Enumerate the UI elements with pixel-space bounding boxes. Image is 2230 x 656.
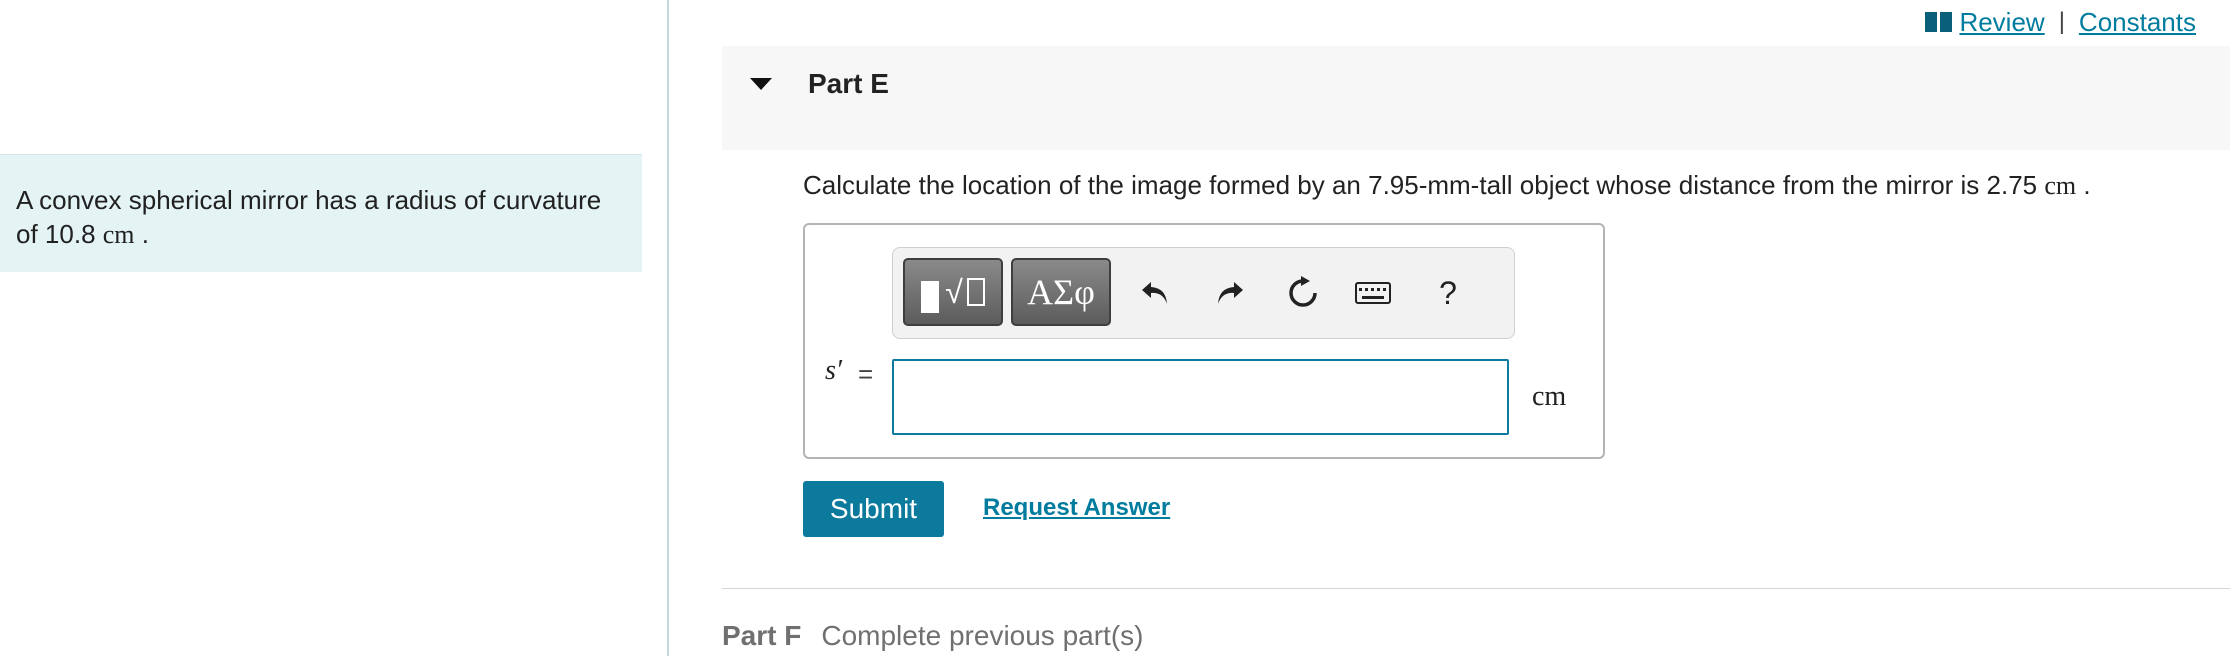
templates-icon bbox=[921, 281, 940, 313]
sqrt-icon: √ bbox=[945, 274, 985, 311]
undo-icon[interactable] bbox=[1131, 270, 1181, 316]
unit-label: cm bbox=[1532, 381, 1567, 412]
constants-link[interactable]: Constants bbox=[2079, 7, 2196, 38]
part-divider bbox=[722, 588, 2230, 589]
variable-label: s′ bbox=[825, 355, 843, 386]
top-links: Review | Constants bbox=[1925, 4, 2196, 40]
submit-button[interactable]: Submit bbox=[803, 481, 944, 537]
reset-icon[interactable] bbox=[1278, 270, 1328, 316]
intro-period: . bbox=[134, 219, 149, 249]
intro-value: 10.8 bbox=[44, 219, 96, 249]
review-link[interactable]: Review bbox=[1959, 7, 2044, 38]
templates-button[interactable]: √ bbox=[903, 258, 1003, 326]
part-f-header: Part F Complete previous part(s) bbox=[722, 620, 1143, 652]
collapse-triangle-icon[interactable] bbox=[750, 78, 772, 90]
request-answer-link[interactable]: Request Answer bbox=[983, 494, 1170, 522]
math-toolbar: √ ΑΣφ ? bbox=[892, 247, 1515, 339]
book-icon bbox=[1925, 12, 1953, 32]
keyboard-icon[interactable] bbox=[1348, 270, 1398, 316]
answer-input[interactable] bbox=[892, 359, 1509, 435]
problem-intro: A convex spherical mirror has a radius o… bbox=[0, 154, 642, 272]
part-f-title: Part F bbox=[722, 620, 802, 651]
column-divider bbox=[667, 0, 669, 656]
answer-box: √ ΑΣφ ? s′ = cm bbox=[803, 223, 1605, 459]
part-f-status: Complete previous part(s) bbox=[821, 620, 1144, 651]
link-separator: | bbox=[2058, 8, 2065, 35]
part-e-title: Part E bbox=[808, 68, 889, 99]
greek-letters-button[interactable]: ΑΣφ bbox=[1011, 258, 1111, 326]
help-icon[interactable]: ? bbox=[1423, 270, 1473, 316]
intro-unit: cm bbox=[102, 220, 135, 249]
equals-sign: = bbox=[858, 359, 874, 389]
part-e-header[interactable]: Part E bbox=[722, 46, 2230, 150]
question-body: Calculate the location of the image form… bbox=[803, 170, 2045, 200]
question-unit: cm bbox=[2044, 171, 2077, 200]
question-text: Calculate the location of the image form… bbox=[803, 170, 2091, 201]
redo-icon[interactable] bbox=[1204, 270, 1254, 316]
question-period: . bbox=[2076, 170, 2091, 200]
